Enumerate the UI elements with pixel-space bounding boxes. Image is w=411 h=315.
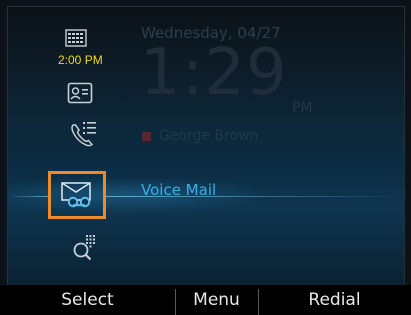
calendar-icon[interactable] (65, 29, 87, 47)
clock-time: 1:29 (140, 36, 288, 110)
select-softkey[interactable]: Select (0, 285, 175, 315)
directory-search-icon[interactable] (70, 233, 100, 263)
redial-softkey[interactable]: Redial (258, 285, 411, 315)
contacts-icon[interactable] (67, 82, 93, 104)
calendar-event-time: 2:00 PM (58, 53, 103, 67)
clock-ampm: PM (292, 100, 313, 116)
call-history-icon[interactable] (68, 119, 98, 147)
voicemail-icon (61, 182, 91, 208)
voicemail-button[interactable] (48, 171, 106, 219)
presence-name: George Brown (159, 128, 259, 144)
presence-status: George Brown (142, 128, 258, 144)
menu-softkey[interactable]: Menu (175, 285, 258, 315)
presence-dot-icon (142, 131, 151, 141)
selection-line-left (8, 196, 48, 197)
selected-item-label[interactable]: Voice Mail (141, 181, 216, 199)
phone-home-screen: Wednesday, 04/27 1:29 PM George Brown 2:… (7, 6, 405, 286)
softkey-bar: Select Menu Redial (0, 285, 411, 315)
